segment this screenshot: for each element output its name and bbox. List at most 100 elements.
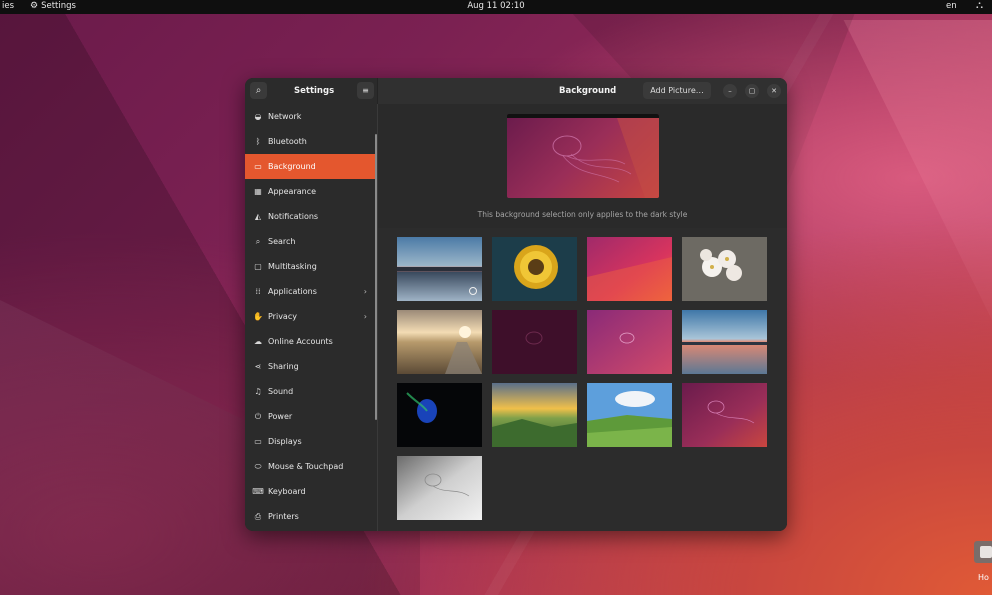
- network-icon[interactable]: ⛬: [976, 0, 983, 11]
- selected-check-icon: [469, 287, 477, 295]
- jellyfish-graphic: [552, 118, 659, 198]
- clock[interactable]: Aug 11 02:10: [0, 1, 992, 11]
- sidebar-item-online-accounts[interactable]: ☁ Online Accounts: [245, 329, 377, 354]
- sidebar-item-power[interactable]: ⏻ Power: [245, 404, 377, 429]
- sidebar-item-label: Multitasking: [268, 262, 317, 271]
- wallpaper-image: [492, 237, 577, 301]
- sidebar-item-appearance[interactable]: ▦ Appearance: [245, 179, 377, 204]
- maximize-button[interactable]: ▢: [745, 84, 759, 98]
- wallpaper-image: [587, 383, 672, 447]
- wallpaper-magenta-gradient[interactable]: [587, 237, 672, 301]
- wallpaper-image: [682, 383, 767, 447]
- sidebar-item-label: Keyboard: [268, 487, 306, 496]
- sidebar-item-applications[interactable]: ⁞⁞ Applications ›: [245, 279, 377, 304]
- sidebar-item-network[interactable]: ◒ Network: [245, 104, 377, 129]
- wallpaper-image: [397, 310, 482, 374]
- keyboard-icon: ⌨: [252, 487, 264, 496]
- wallpaper-image: [587, 237, 672, 301]
- sidebar-item-label: Background: [268, 162, 316, 171]
- wallpaper-image: [682, 237, 767, 301]
- sidebar-item-notifications[interactable]: ◭ Notifications: [245, 204, 377, 229]
- sidebar-item-search[interactable]: ⌕ Search: [245, 229, 377, 254]
- close-button[interactable]: ✕: [767, 84, 781, 98]
- sidebar-item-label: Appearance: [268, 187, 317, 196]
- sidebar-item-label: Notifications: [268, 212, 319, 221]
- background-icon: ▭: [254, 162, 262, 171]
- minimize-button[interactable]: –: [723, 84, 737, 98]
- sidebar-item-label: Power: [268, 412, 293, 421]
- wallpaper-image: [682, 310, 767, 374]
- sidebar-item-multitasking[interactable]: ▢ Multitasking: [245, 254, 377, 279]
- share-icon: ⋖: [254, 362, 262, 371]
- bluetooth-icon: ᛒ: [255, 137, 261, 146]
- sidebar-item-sharing[interactable]: ⋖ Sharing: [245, 354, 377, 379]
- home-folder-label: Ho: [978, 573, 989, 582]
- power-icon: ⏻: [254, 411, 262, 421]
- background-page: This background selection only applies t…: [378, 104, 787, 531]
- wallpaper-golden-valley[interactable]: [492, 383, 577, 447]
- add-picture-button[interactable]: Add Picture…: [643, 82, 711, 99]
- wallpaper-gray-jellyfish[interactable]: [397, 456, 482, 520]
- hand-icon: ✋: [253, 312, 263, 321]
- input-source-indicator[interactable]: en: [946, 1, 957, 11]
- mouse-icon: ⬭: [254, 461, 262, 471]
- wallpaper-dark-jellyfish[interactable]: [492, 310, 577, 374]
- sidebar-item-label: Online Accounts: [268, 337, 333, 346]
- sidebar-item-label: Sound: [268, 387, 294, 396]
- wallpaper-lake-sunset[interactable]: [397, 237, 482, 301]
- wallpaper-image: [397, 456, 482, 520]
- sidebar-item-sound[interactable]: ♫ Sound: [245, 379, 377, 404]
- sidebar-item-label: Network: [268, 112, 302, 121]
- page-title: Background: [559, 86, 617, 96]
- display-icon: ▭: [254, 437, 262, 446]
- wallpaper-purple-jellyfish[interactable]: [587, 310, 672, 374]
- settings-window: ⌕ Settings ≡ Background Add Picture… – ▢…: [245, 78, 787, 531]
- wallpaper-coastline-dusk[interactable]: [682, 310, 767, 374]
- music-note-icon: ♫: [254, 387, 262, 396]
- sidebar-item-privacy[interactable]: ✋ Privacy ›: [245, 304, 377, 329]
- cloud-icon: ☁: [254, 337, 262, 346]
- sidebar-item-label: Applications: [268, 287, 317, 296]
- wallpaper-image: [492, 310, 577, 374]
- chevron-right-icon: ›: [363, 287, 367, 296]
- wallpaper-image: [397, 383, 482, 447]
- sidebar-item-label: Mouse & Touchpad: [268, 462, 344, 471]
- search-icon: ⌕: [255, 85, 262, 96]
- sidebar-item-label: Bluetooth: [268, 137, 307, 146]
- wallpaper-blue-jellyfish[interactable]: [397, 383, 482, 447]
- sidebar-item-mouse-touchpad[interactable]: ⬭ Mouse & Touchpad: [245, 454, 377, 479]
- sidebar-item-printers[interactable]: ⎙ Printers: [245, 504, 377, 529]
- wallpaper-sunlit-road[interactable]: [397, 310, 482, 374]
- sidebar-item-keyboard[interactable]: ⌨ Keyboard: [245, 479, 377, 504]
- sidebar-item-displays[interactable]: ▭ Displays: [245, 429, 377, 454]
- wallpaper-image: [587, 310, 672, 374]
- chevron-right-icon: ›: [363, 312, 367, 321]
- sidebar-item-bluetooth[interactable]: ᛒ Bluetooth: [245, 129, 377, 154]
- background-preview: [507, 114, 659, 198]
- printer-icon: ⎙: [254, 511, 262, 521]
- add-picture-label: Add Picture…: [650, 86, 704, 95]
- wallpaper-image: [492, 383, 577, 447]
- wallpaper-jellyfish-default[interactable]: [682, 383, 767, 447]
- search-button[interactable]: ⌕: [250, 82, 267, 99]
- home-folder-icon[interactable]: [974, 541, 992, 563]
- sidebar-item-background[interactable]: ▭ Background: [245, 154, 377, 179]
- wallpaper-green-meadow[interactable]: [587, 383, 672, 447]
- sidebar-item-label: Privacy: [268, 312, 297, 321]
- network-icon: ◒: [254, 112, 262, 121]
- bell-icon: ◭: [254, 212, 262, 221]
- multitasking-icon: ▢: [254, 262, 262, 271]
- sidebar-item-label: Sharing: [268, 362, 299, 371]
- search-icon: ⌕: [255, 236, 261, 246]
- appearance-icon: ▦: [254, 187, 262, 196]
- sidebar-item-label: Search: [268, 237, 296, 246]
- apps-grid-icon: ⁞⁞: [255, 287, 261, 296]
- top-bar: ies ⚙ Settings Aug 11 02:10 en ⛬: [0, 0, 992, 14]
- dark-style-note: This background selection only applies t…: [477, 210, 688, 219]
- sidebar-item-label: Displays: [268, 437, 302, 446]
- sidebar-item-label: Printers: [268, 512, 299, 521]
- main-menu-button[interactable]: ≡: [357, 82, 374, 99]
- hamburger-icon: ≡: [362, 86, 369, 95]
- wallpaper-sunflower[interactable]: [492, 237, 577, 301]
- wallpaper-white-flowers[interactable]: [682, 237, 767, 301]
